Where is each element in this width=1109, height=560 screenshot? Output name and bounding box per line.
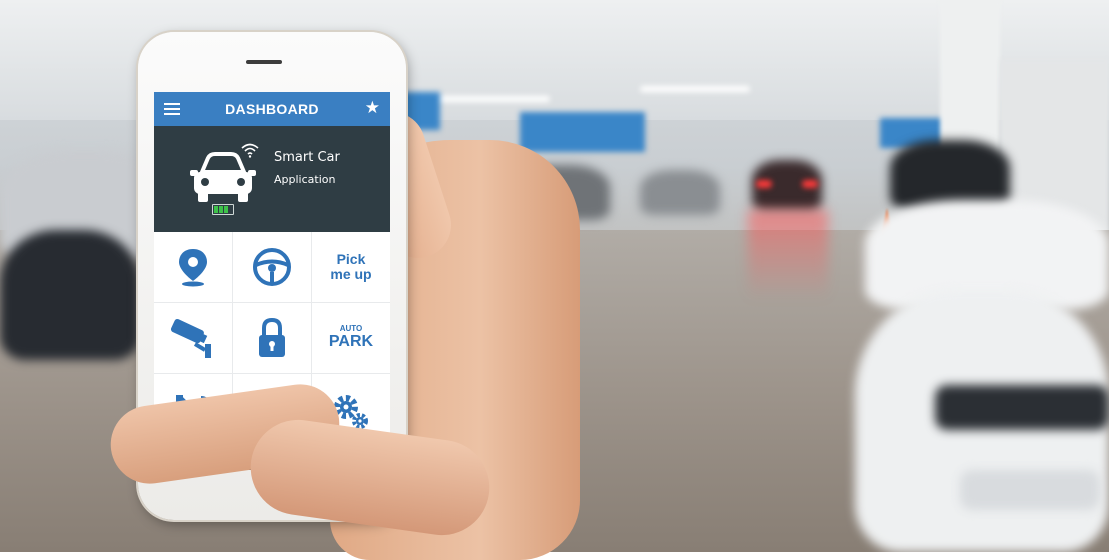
car-headlight: [935, 385, 1109, 430]
tile-location[interactable]: [154, 232, 232, 302]
park-label: PARK: [328, 332, 374, 350]
hero-panel: Smart Car Application: [154, 126, 390, 232]
parked-car: [0, 230, 140, 360]
app-title: DASHBOARD: [225, 101, 319, 117]
car-taillight: [756, 180, 772, 188]
phone-speaker: [246, 60, 282, 64]
padlock-icon: [259, 317, 285, 357]
ceiling-light: [640, 86, 750, 92]
parked-car: [640, 170, 720, 215]
star-icon[interactable]: ★: [365, 98, 380, 118]
floor-reflection: [748, 210, 828, 300]
car-taillight: [802, 180, 818, 188]
security-camera-icon: [170, 318, 211, 358]
car-icon: [190, 152, 256, 202]
pick-me-up-label: Pick me up: [330, 251, 372, 282]
tile-auto-park[interactable]: AUTO PARK: [312, 303, 390, 373]
tile-lock[interactable]: [233, 303, 311, 373]
wifi-icon: [241, 143, 259, 158]
hero-subtitle: Application: [274, 173, 336, 186]
battery-icon: [212, 204, 234, 215]
tile-pick-me-up[interactable]: Pick me up: [312, 232, 390, 302]
tile-steering[interactable]: [233, 232, 311, 302]
app-header: DASHBOARD ★: [154, 92, 390, 126]
map-pin-icon: [179, 249, 207, 287]
car-fog-light: [960, 470, 1100, 510]
steering-wheel-icon: [253, 248, 291, 286]
hero-title: Smart Car: [274, 150, 340, 165]
ceiling-light: [430, 96, 550, 102]
blue-wall-band: [520, 112, 645, 152]
tile-camera[interactable]: [154, 303, 232, 373]
